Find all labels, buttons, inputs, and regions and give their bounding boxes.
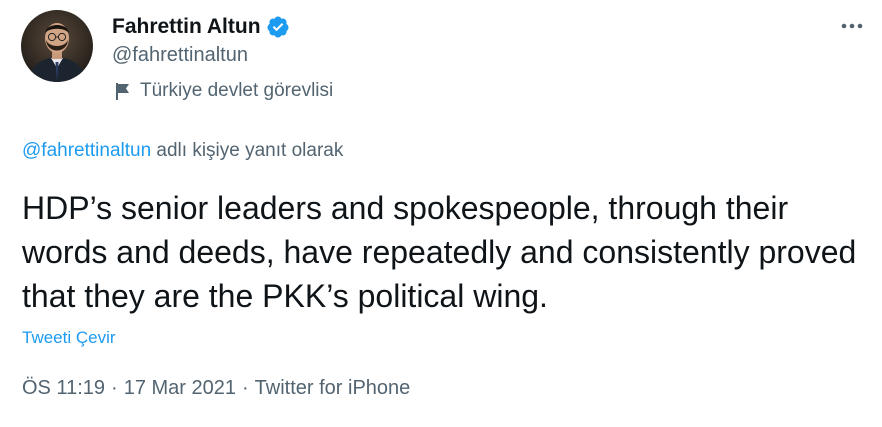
avatar-image	[21, 10, 93, 82]
avatar[interactable]	[21, 10, 93, 82]
tweet-date[interactable]: 17 Mar 2021	[124, 377, 236, 400]
tweet-detail: Fahrettin Altun @fahrettinaltun Türkiye …	[0, 0, 882, 427]
translate-tweet-link[interactable]: Tweeti Çevir	[22, 328, 116, 348]
tweet-metadata: ÖS 11:19 · 17 Mar 2021 · Twitter for iPh…	[22, 377, 410, 400]
government-label: Türkiye devlet görevlisi	[113, 78, 333, 104]
separator: ·	[111, 377, 118, 399]
more-horizontal-icon[interactable]	[840, 14, 864, 38]
separator: ·	[242, 377, 249, 399]
reply-to-handle-link[interactable]: @fahrettinaltun	[22, 140, 151, 161]
reply-suffix: adlı kişiye yanıt olarak	[151, 140, 344, 161]
tweet-text: HDP’s senior leaders and spokespeople, t…	[22, 190, 857, 314]
flag-icon	[113, 81, 133, 101]
label-text: Türkiye devlet görevlisi	[140, 80, 334, 101]
replying-to: @fahrettinaltun adlı kişiye yanıt olarak	[22, 140, 343, 162]
verified-badge-icon	[266, 15, 290, 39]
tweet-source[interactable]: Twitter for iPhone	[255, 377, 411, 400]
display-name[interactable]: Fahrettin Altun	[112, 15, 261, 39]
tweet-time[interactable]: ÖS 11:19	[22, 377, 105, 400]
user-handle[interactable]: @fahrettinaltun	[112, 44, 248, 67]
name-row: Fahrettin Altun	[112, 12, 290, 42]
